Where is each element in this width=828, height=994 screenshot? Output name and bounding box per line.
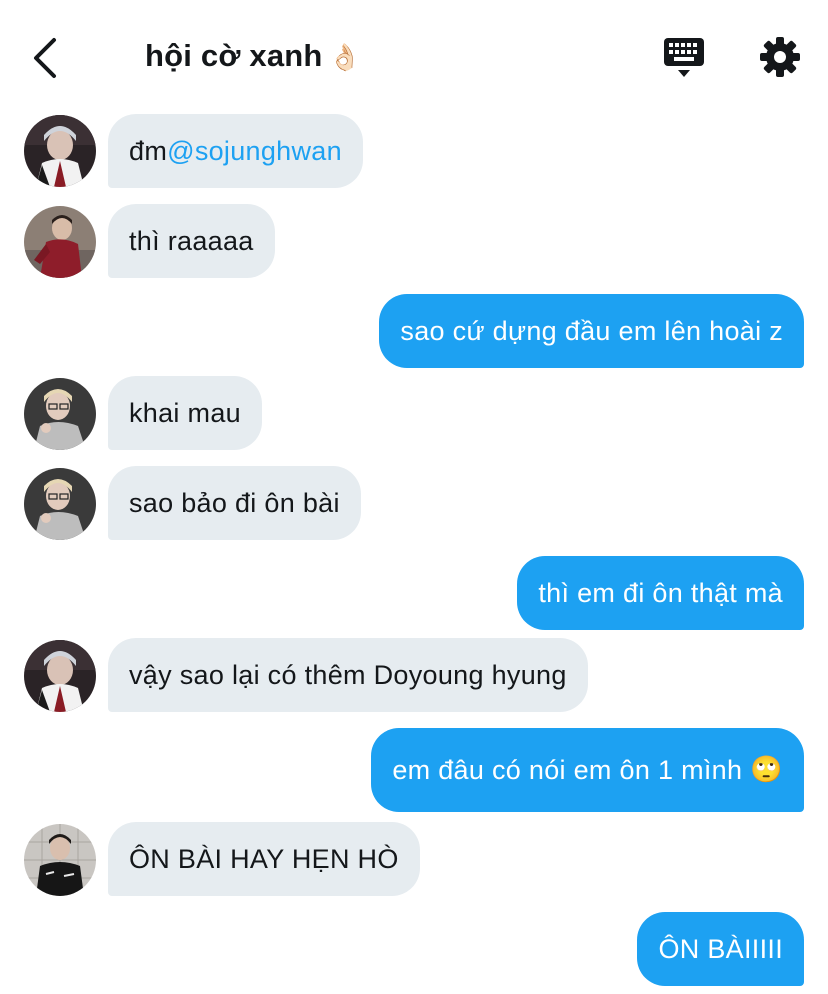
message-bubble-outgoing[interactable]: sao cứ dựng đầu em lên hoài z bbox=[379, 294, 804, 368]
message-bubble-outgoing[interactable]: thì em đi ôn thật mà bbox=[517, 556, 804, 630]
message-text: em đâu có nói em ôn 1 mình bbox=[392, 754, 743, 785]
message-text: thì em đi ôn thật mà bbox=[538, 577, 783, 608]
avatar[interactable] bbox=[24, 468, 96, 540]
mention-link[interactable]: @sojunghwan bbox=[167, 136, 342, 167]
message-text: thì raaaaa bbox=[129, 225, 254, 256]
avatar[interactable] bbox=[24, 378, 96, 450]
message-list: đm @sojunghwan thì raaaaa sao cứ dựng đầ… bbox=[0, 0, 828, 994]
message-bubble-outgoing[interactable]: em đâu có nói em ôn 1 mình 🙄 bbox=[371, 728, 804, 812]
avatar[interactable] bbox=[24, 640, 96, 712]
message-bubble[interactable]: sao bảo đi ôn bài bbox=[108, 466, 361, 540]
message-text: sao bảo đi ôn bài bbox=[129, 487, 340, 518]
face-with-rolling-eyes-emoji: 🙄 bbox=[750, 755, 783, 785]
message-bubble[interactable]: vậy sao lại có thêm Doyoung hyung bbox=[108, 638, 588, 712]
message-text: vậy sao lại có thêm Doyoung hyung bbox=[129, 659, 567, 690]
avatar[interactable] bbox=[24, 115, 96, 187]
avatar[interactable] bbox=[24, 824, 96, 896]
message-bubble[interactable]: thì raaaaa bbox=[108, 204, 275, 278]
message-text: đm bbox=[129, 135, 168, 166]
message-bubble[interactable]: ÔN BÀI HAY HẸN HÒ bbox=[108, 822, 420, 896]
message-text: ÔN BÀIIIII bbox=[658, 933, 783, 964]
message-text: ÔN BÀI HAY HẸN HÒ bbox=[129, 843, 399, 874]
avatar[interactable] bbox=[24, 206, 96, 278]
message-text: sao cứ dựng đầu em lên hoài z bbox=[400, 315, 783, 346]
message-text: khai mau bbox=[129, 397, 241, 428]
message-bubble-outgoing[interactable]: ÔN BÀIIIII bbox=[637, 912, 804, 986]
message-bubble[interactable]: khai mau bbox=[108, 376, 262, 450]
message-bubble[interactable]: đm @sojunghwan bbox=[108, 114, 363, 188]
